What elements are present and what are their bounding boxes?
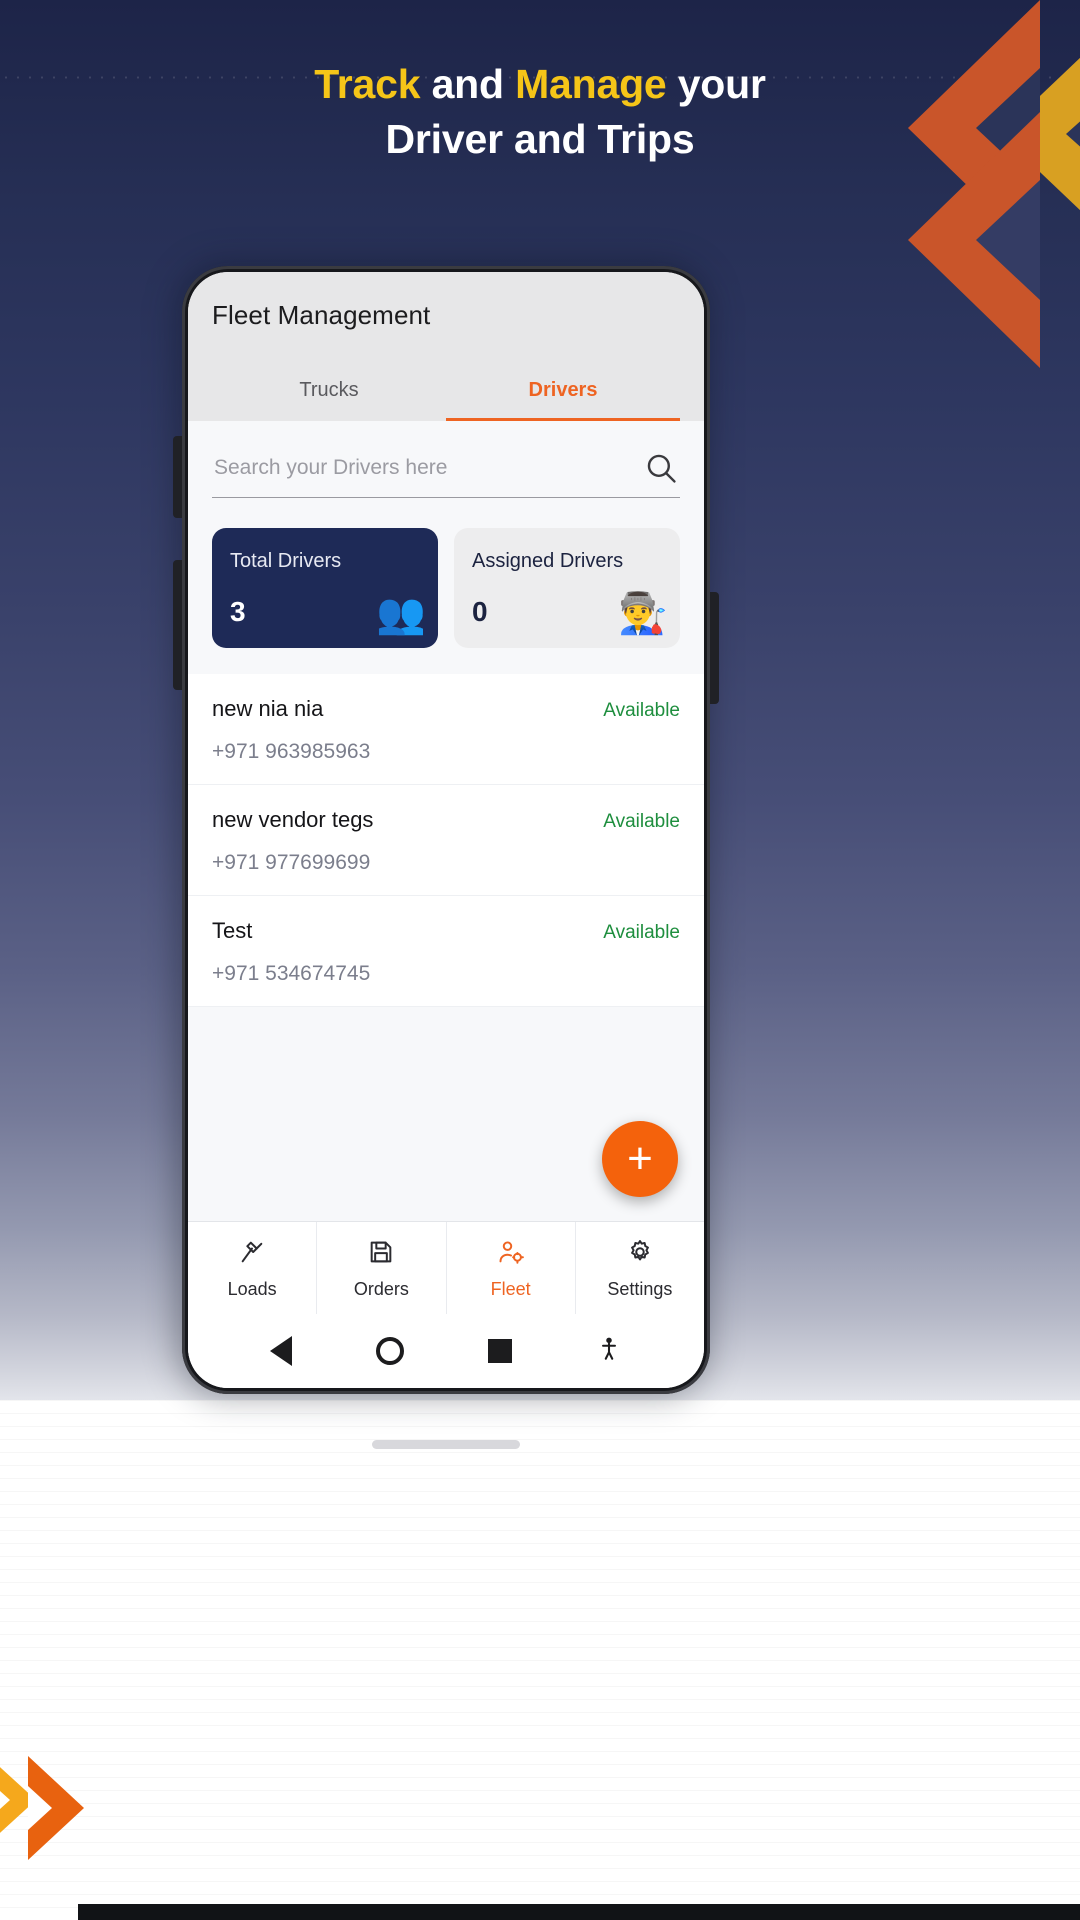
bottom-gold-chevron-notch — [0, 1782, 10, 1818]
stat-label: Total Drivers — [230, 550, 342, 572]
fab-area: + — [188, 1007, 704, 1221]
nav-label: Loads — [227, 1279, 277, 1299]
bottom-white-band — [0, 1400, 1080, 1920]
app-header: Fleet Management Trucks Drivers — [188, 272, 704, 421]
driver-phone: +971 963985963 — [212, 740, 371, 763]
driver-person-icon: 👨‍🏭 — [618, 592, 668, 636]
nav-label: Fleet — [490, 1279, 531, 1299]
status-badge: Available — [603, 922, 680, 943]
nav-item-fleet[interactable]: Fleet — [447, 1222, 576, 1314]
headline-and: and — [420, 61, 516, 107]
fleet-user-icon — [497, 1238, 525, 1271]
stats-row: Total Drivers 3 👥 Assigned Drivers 0 👨‍🏭 — [188, 498, 704, 648]
driver-name: new nia nia — [212, 696, 324, 721]
tab-drivers[interactable]: Drivers — [446, 365, 680, 421]
orders-save-icon — [367, 1238, 395, 1271]
system-nav-bar — [188, 1314, 704, 1388]
promo-headline: Track and Manage your Driver and Trips — [0, 61, 1080, 163]
driver-name: new vendor tegs — [212, 807, 374, 832]
driver-list: new nia nia Available +971 963985963 new… — [188, 674, 704, 1007]
nav-label: Orders — [353, 1279, 409, 1299]
search-input[interactable] — [214, 456, 558, 480]
phone-frame: Fleet Management Trucks Drivers Search y… — [182, 266, 710, 1394]
gear-icon — [626, 1238, 654, 1271]
headline-track: Track — [314, 61, 421, 107]
headline-manage: Manage — [515, 61, 667, 107]
driver-name: Test — [212, 918, 253, 943]
headline-your: your — [666, 61, 766, 107]
list-item[interactable]: new nia nia Available +971 963985963 — [188, 674, 704, 785]
phone-screen: Fleet Management Trucks Drivers Search y… — [188, 272, 704, 1388]
back-triangle-icon[interactable] — [270, 1336, 292, 1366]
recents-square-icon[interactable] — [488, 1339, 512, 1363]
list-item[interactable]: Test Available +971 534674745 — [188, 896, 704, 1007]
stat-card-assigned-drivers[interactable]: Assigned Drivers 0 👨‍🏭 — [454, 528, 680, 648]
stat-label: Assigned Drivers — [472, 550, 624, 572]
phone-button-right — [709, 592, 719, 704]
headline-line2: Driver and Trips — [385, 116, 695, 163]
drivers-group-icon: 👥 — [376, 592, 426, 636]
accessibility-icon[interactable] — [596, 1336, 622, 1367]
search-icon[interactable] — [644, 451, 678, 485]
driver-row-top: new nia nia Available — [212, 696, 680, 722]
search-box[interactable] — [212, 447, 680, 498]
driver-row-top: new vendor tegs Available — [212, 807, 680, 833]
driver-phone: +971 534674745 — [212, 962, 371, 985]
search-section — [188, 421, 704, 498]
driver-phone: +971 977699699 — [212, 851, 371, 874]
nav-item-settings[interactable]: Settings — [576, 1222, 704, 1314]
app-body: Total Drivers 3 👥 Assigned Drivers 0 👨‍🏭… — [188, 421, 704, 1221]
list-item[interactable]: new vendor tegs Available +971 977699699 — [188, 785, 704, 896]
nav-label: Settings — [607, 1279, 673, 1299]
bottom-black-bar — [78, 1904, 1080, 1920]
bottom-orange-chevron-notch — [28, 1786, 52, 1830]
tab-bar: Trucks Drivers — [212, 365, 680, 421]
loads-icon — [238, 1238, 266, 1271]
add-driver-fab[interactable]: + — [602, 1121, 678, 1197]
nav-item-loads[interactable]: Loads — [188, 1222, 318, 1314]
stat-card-total-drivers[interactable]: Total Drivers 3 👥 — [212, 528, 438, 648]
nav-item-orders[interactable]: Orders — [317, 1222, 447, 1314]
bottom-nav: Loads Orders Fleet Settings — [188, 1221, 704, 1314]
status-badge: Available — [603, 700, 680, 721]
home-circle-icon[interactable] — [376, 1337, 404, 1365]
driver-row-top: Test Available — [212, 918, 680, 944]
band-pill — [372, 1440, 520, 1449]
tab-trucks[interactable]: Trucks — [212, 365, 446, 421]
status-badge: Available — [603, 811, 680, 832]
orange-chevron-bottom-notch — [976, 180, 1040, 300]
page-title: Fleet Management — [212, 300, 431, 330]
